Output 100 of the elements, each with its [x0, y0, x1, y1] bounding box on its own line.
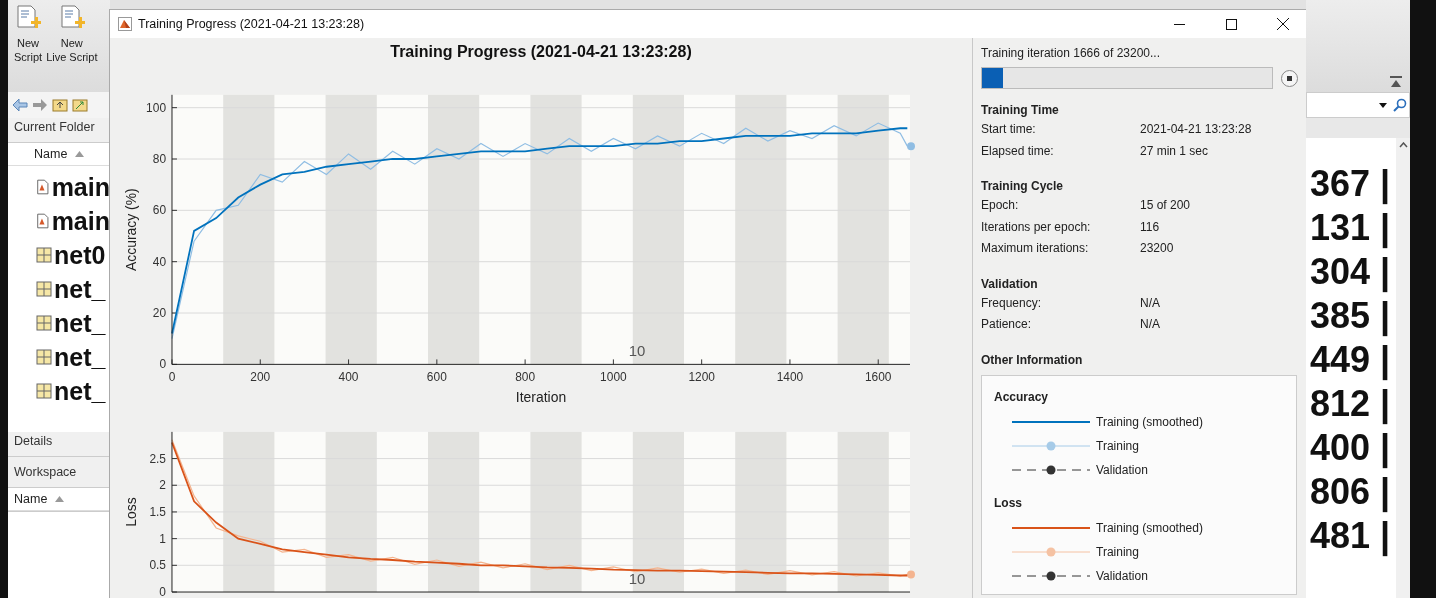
info-label: Epoch: [981, 198, 1020, 214]
output-line: 131 | [1309, 206, 1392, 250]
legend-label: Training [1096, 438, 1139, 453]
tick-label: 0 [168, 370, 176, 385]
output-line: 449 | [1309, 338, 1392, 382]
collapse-icon[interactable] [1390, 76, 1402, 88]
script-file-icon [36, 212, 50, 230]
plot-title: Training Progress (2021-04-21 13:23:28) [390, 42, 692, 62]
status-text: Training iteration 1666 of 23200... [981, 46, 1161, 60]
new-file-icon [15, 4, 42, 30]
output-line: 304 | [1309, 250, 1392, 294]
output-line: 481 | [1309, 514, 1392, 558]
tick-label: 40 [152, 254, 167, 269]
tick-label: 200 [250, 370, 271, 385]
data-point-marker [907, 142, 915, 151]
output-line: 400 | [1309, 426, 1392, 470]
tick-label: 600 [426, 370, 447, 385]
legend-title: Accuracy [994, 389, 1050, 404]
scroll-up-icon[interactable] [1398, 142, 1408, 148]
info-label: Patience: [981, 317, 1033, 333]
sort-arrow-icon [75, 151, 85, 157]
tick-label: 100 [146, 100, 167, 115]
legend-label: Training [1096, 544, 1139, 559]
info-value: N/A [1140, 295, 1160, 312]
info-value: 116 [1140, 219, 1160, 236]
data-file-icon [36, 349, 52, 365]
tick-label: 80 [152, 151, 167, 166]
info-value: 27 min 1 sec [1140, 143, 1209, 160]
info-value: 2021-04-21 13:23:28 [1140, 122, 1252, 138]
dropdown-caret-icon[interactable] [1379, 102, 1387, 108]
folder-up-icon[interactable] [52, 98, 68, 112]
section-title: Training Cycle [981, 179, 1065, 193]
tick-label: 1 [159, 531, 166, 546]
app-icon [118, 17, 132, 31]
info-label: Start time: [981, 122, 1037, 138]
tick-label: 1.5 [149, 504, 166, 519]
file-name[interactable]: main [51, 172, 110, 202]
section-title: Training Time [981, 103, 1060, 117]
tick-label: 0.5 [149, 558, 166, 573]
info-label: Iterations per epoch: [981, 219, 1092, 236]
axis-title: Accuracy (%) [123, 188, 140, 271]
data-file-icon [36, 281, 52, 297]
script-file-icon [36, 178, 50, 196]
legend-label: Training (smoothed) [1096, 414, 1203, 429]
file-name[interactable]: main [51, 206, 110, 236]
tick-label: 0 [159, 585, 166, 598]
close-icon [1277, 18, 1289, 30]
sort-arrow-icon [55, 496, 65, 502]
tick-label: 1400 [776, 370, 804, 385]
output-line: 806 | [1309, 470, 1392, 514]
info-value: N/A [1140, 317, 1160, 333]
output-line: 812 | [1309, 382, 1392, 426]
new-file-icon [58, 4, 85, 30]
tick-label: 0 [159, 357, 167, 372]
column-header[interactable]: Name [8, 143, 110, 166]
browse-folder-icon[interactable] [72, 98, 88, 112]
info-value: 15 of 200 [1140, 198, 1191, 214]
data-file-icon [36, 315, 52, 331]
file-name[interactable]: net_ [54, 308, 106, 338]
legend-label: Training (smoothed) [1096, 520, 1203, 535]
data-file-icon [36, 383, 52, 399]
new-script-button[interactable]: New Script [14, 4, 43, 92]
back-arrow-icon[interactable] [12, 98, 28, 112]
info-label: Maximum iterations: [981, 241, 1090, 257]
info-value: 23200 [1140, 241, 1174, 257]
tick-label: 2 [159, 478, 166, 493]
column-header[interactable]: Name [8, 488, 110, 511]
file-name[interactable]: net_ [54, 342, 106, 372]
section-title: Validation [981, 276, 1039, 291]
epoch-label: 10 [628, 343, 646, 360]
tick-label: 400 [338, 370, 359, 385]
epoch-label: 10 [628, 571, 646, 588]
stop-button[interactable] [1281, 69, 1298, 87]
scrollbar[interactable] [1396, 138, 1410, 598]
window-title: Training Progress (2021-04-21 13:23:28) [138, 17, 366, 31]
search-icon[interactable] [1393, 98, 1407, 112]
file-name[interactable]: net_ [54, 274, 106, 304]
file-name[interactable]: net0 [54, 240, 106, 270]
tick-label: 1000 [600, 370, 627, 385]
axis-title: Loss [123, 497, 140, 527]
new-live-script-button[interactable]: New Live Script [46, 4, 98, 92]
maximize-icon [1225, 18, 1237, 30]
info-label: Frequency: [981, 295, 1043, 312]
tick-label: 2.5 [149, 451, 166, 466]
output-line: 385 | [1309, 294, 1392, 338]
axis-title: Iteration [515, 389, 567, 406]
tick-label: 20 [152, 305, 167, 320]
legend-label: Validation [1096, 568, 1148, 583]
tick-label: 60 [152, 203, 167, 218]
data-point-marker [907, 570, 915, 579]
tick-label: 1600 [864, 370, 892, 385]
tick-label: 1200 [688, 370, 715, 385]
output-line: 367 | [1309, 162, 1392, 206]
legend-title: Loss [994, 495, 1023, 510]
legend-label: Validation [1096, 462, 1148, 477]
section-title: Other Information [981, 352, 1084, 367]
tick-label: 800 [515, 370, 536, 385]
data-file-icon [36, 247, 52, 263]
info-label: Elapsed time: [981, 143, 1055, 160]
file-name[interactable]: net_ [54, 376, 106, 406]
